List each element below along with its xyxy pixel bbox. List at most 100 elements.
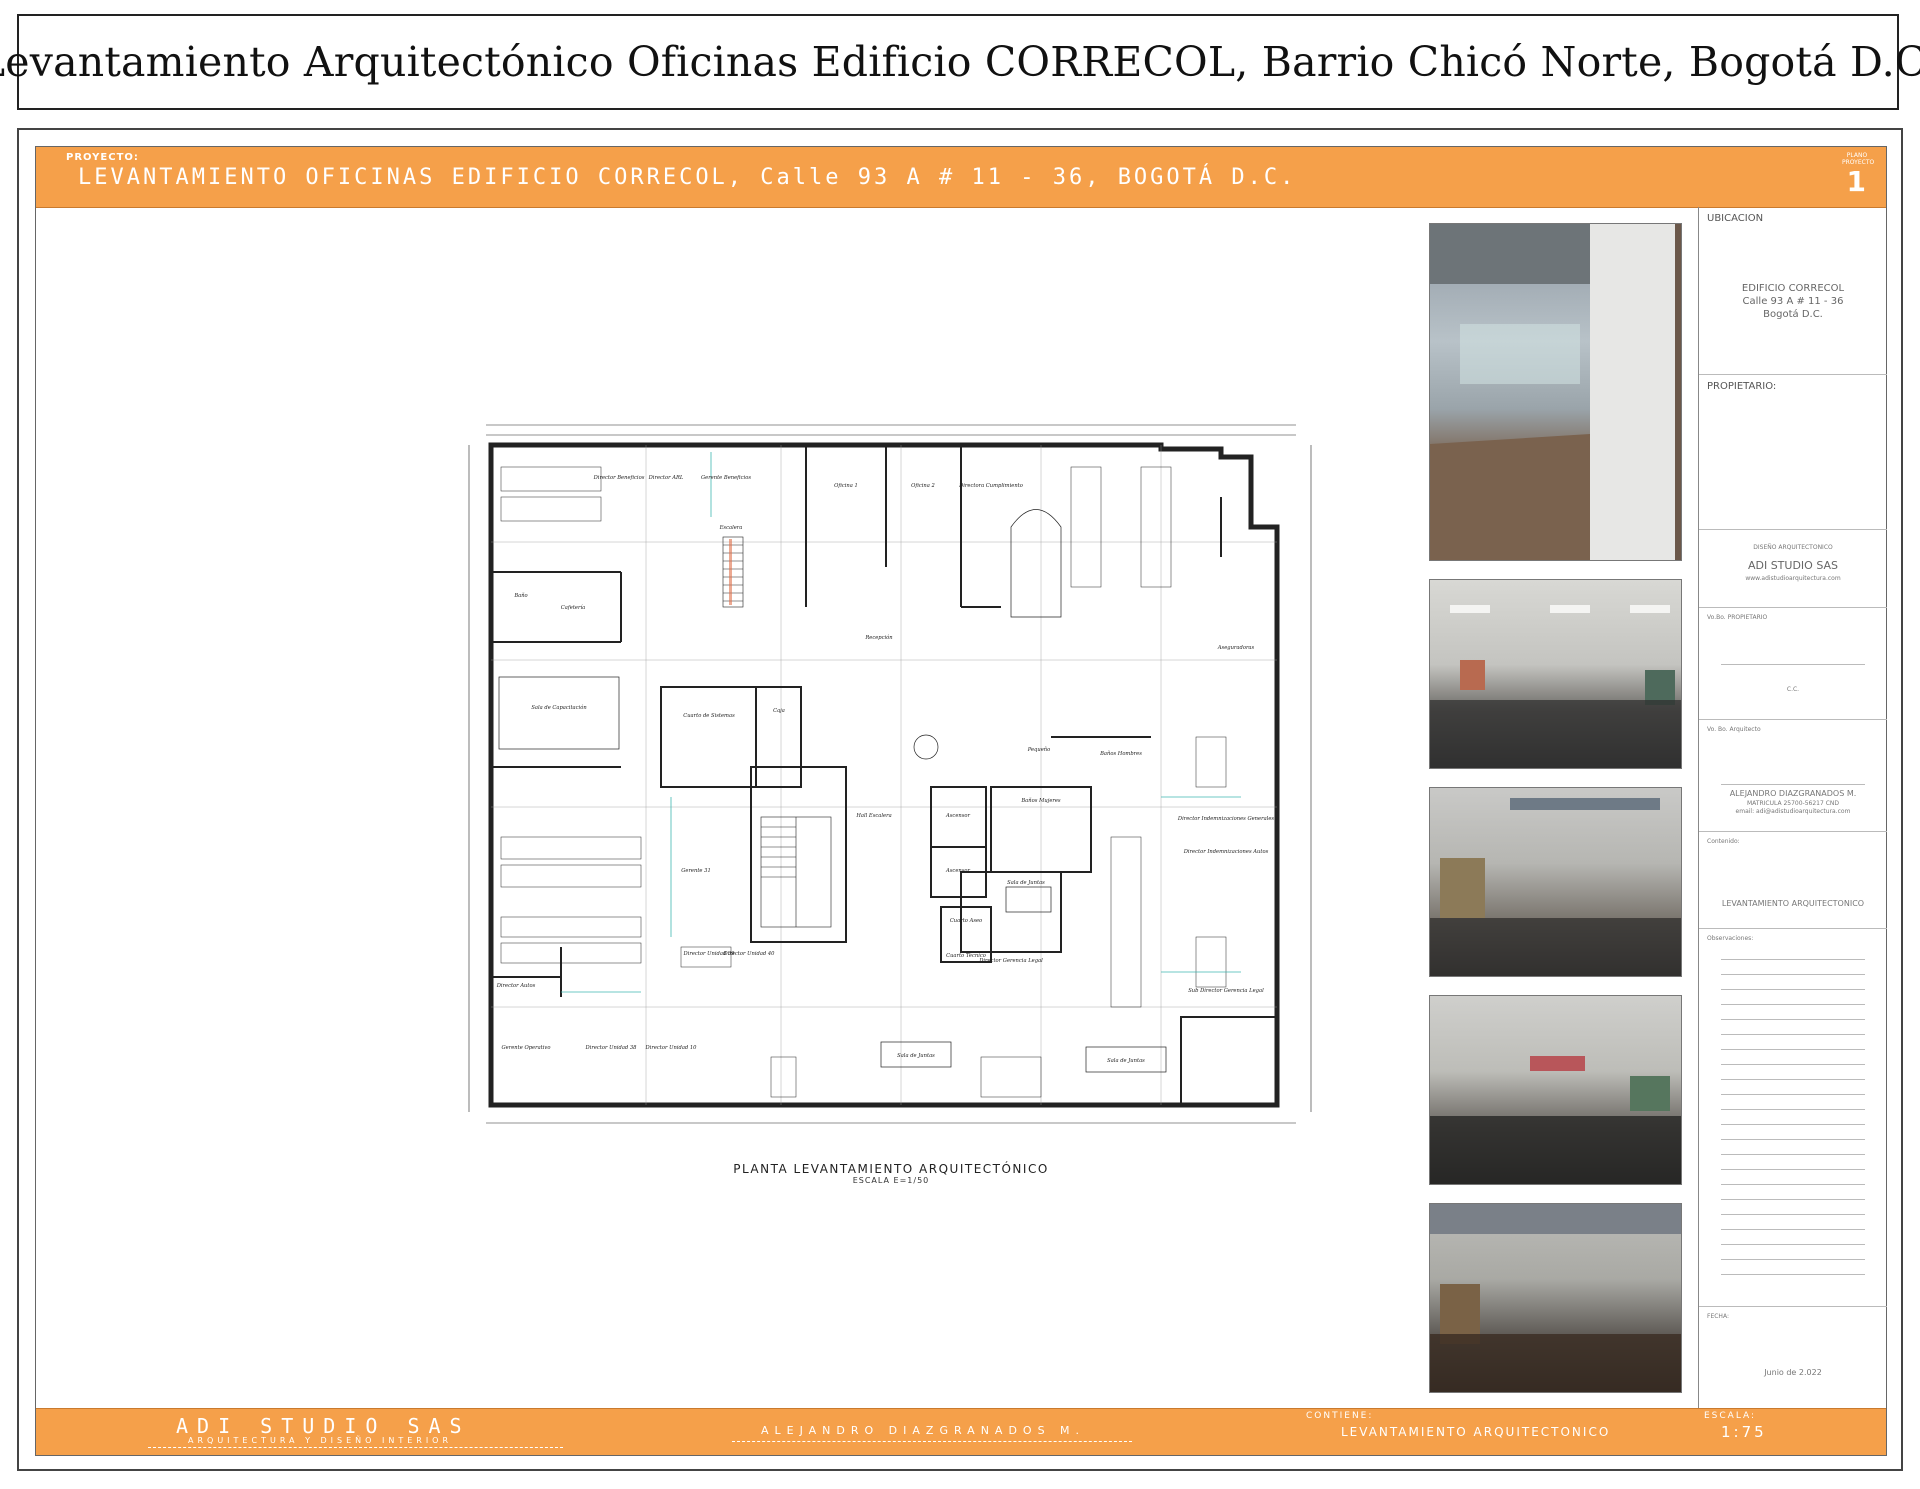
observaciones-rule — [1721, 1079, 1865, 1080]
page-title-frame: Levantamiento Arquitectónico Oficinas Ed… — [0, 14, 1920, 110]
observaciones-rule — [1721, 1139, 1865, 1140]
footer-escala-label: ESCALA: — [1704, 1411, 1757, 1421]
photo-open-office-4-art — [1430, 1204, 1681, 1392]
floor-plan-drawing: Director Beneficios Director ARL Gerente… — [468, 424, 1312, 1124]
observaciones-rule — [1721, 1094, 1865, 1095]
observaciones-rule — [1721, 1154, 1865, 1155]
workstations — [500, 466, 1227, 1098]
architect-name: ALEJANDRO DIAZGRANADOS M. — [1729, 789, 1857, 798]
architect-matricula: MATRICULA 25700-56217 CND — [1746, 800, 1840, 807]
contenido-cell: Contenido: LEVANTAMIENTO ARQUITECTONICO — [1699, 832, 1887, 929]
observaciones-cell: Observaciones: — [1699, 929, 1887, 1307]
observaciones-rule — [1721, 1169, 1865, 1170]
interior-walls — [491, 445, 1278, 1106]
footer-contiene-value: LEVANTAMIENTO ARQUITECTONICO — [1341, 1425, 1611, 1439]
photo-glass-corridor-art — [1430, 224, 1681, 560]
room-ascensor-2: Ascensor — [945, 868, 971, 874]
footer-studio: ADI STUDIO SAS — [176, 1414, 471, 1438]
observaciones-rule — [1721, 1019, 1865, 1020]
room-bano: Baño — [513, 592, 527, 599]
observaciones-rule — [1721, 1184, 1865, 1185]
ubicacion-cell: UBICACION EDIFICIO CORRECOL Calle 93 A #… — [1699, 207, 1887, 375]
vobo-propietario-label: Vo.Bo. PROPIETARIO — [1707, 614, 1768, 621]
vobo-arquitecto-cell: Vo. Bo. Arquitecto ALEJANDRO DIAZGRANADO… — [1699, 720, 1887, 832]
room-cuarto-aseo: Cuarto Aseo — [950, 918, 982, 924]
photo-open-office-4 — [1429, 1203, 1682, 1393]
observaciones-rule — [1721, 1109, 1865, 1110]
observaciones-rule — [1721, 1034, 1865, 1035]
observaciones-rule — [1721, 1229, 1865, 1230]
plan-scale-caption: ESCALA E=1/50 — [852, 1176, 930, 1185]
observaciones-rule — [1721, 1124, 1865, 1125]
footer-band: ADI STUDIO SAS ARQUITECTURA Y DISEÑO INT… — [36, 1408, 1886, 1455]
room-gerente-31: Gerente 31 — [681, 868, 711, 874]
footer-studio-sub: ARQUITECTURA Y DISEÑO INTERIOR — [188, 1436, 453, 1445]
room-oficina-2: Oficina 2 — [911, 483, 935, 489]
sidebar-studio-web: www.adistudioarquitectura.com — [1745, 575, 1841, 582]
project-label: PROYECTO: — [66, 152, 139, 163]
plan-caption: PLANTA LEVANTAMIENTO ARQUITECTÓNICO — [733, 1162, 1049, 1176]
room-cafeteria: Cafetería — [561, 604, 585, 611]
diseno-cell: DISEÑO ARQUITECTONICO ADI STUDIO SAS www… — [1699, 530, 1887, 608]
room-director-unidad-40: Director Unidad 40 — [723, 951, 776, 957]
room-sub-director-gerencia-legal: Sub Director Gerencia Legal — [1188, 988, 1264, 994]
fecha-value: Junio de 2.022 — [1764, 1368, 1822, 1377]
title-band: PROYECTO: LEVANTAMIENTO OFICINAS EDIFICI… — [36, 147, 1886, 208]
room-director-gerencia-legal: Director Gerencia Legal — [978, 958, 1043, 964]
room-caja: Caja — [773, 708, 785, 714]
contenido-value: LEVANTAMIENTO ARQUITECTONICO — [1721, 899, 1865, 908]
photo-glass-corridor — [1429, 223, 1682, 561]
observaciones-rule — [1721, 1064, 1865, 1065]
propietario-label: PROPIETARIO: — [1707, 381, 1777, 392]
observaciones-rule — [1721, 1004, 1865, 1005]
photo-open-office-2-art — [1430, 798, 1681, 976]
plano-number: 1 — [1846, 165, 1866, 198]
vobo-propietario-cell: Vo.Bo. PROPIETARIO C.C. — [1699, 608, 1887, 720]
meeting-table-3 — [1005, 886, 1052, 913]
outer-wall — [488, 442, 1280, 1108]
room-director-indemnizaciones-generales: Director Indemnizaciones Generales — [1177, 816, 1274, 822]
room-oficina-1: Oficina 1 — [834, 483, 858, 489]
fecha-cell: FECHA: Junio de 2.022 — [1699, 1307, 1887, 1410]
footer-contiene-label: CONTIENE: — [1306, 1411, 1374, 1421]
drawing-sheet: PROYECTO: LEVANTAMIENTO OFICINAS EDIFICI… — [35, 146, 1887, 1456]
fecha-label: FECHA: — [1707, 1313, 1729, 1320]
ubicacion-label: UBICACION — [1707, 213, 1764, 224]
grid-axes — [491, 445, 1277, 1105]
ubicacion-line-3: Bogotá D.C. — [1763, 309, 1823, 320]
project-title: LEVANTAMIENTO OFICINAS EDIFICIO CORRECOL… — [78, 165, 1297, 190]
observaciones-rule — [1721, 1274, 1865, 1275]
observaciones-label: Observaciones: — [1707, 935, 1754, 942]
room-gerente-operativo: Gerente Operativo — [502, 1045, 551, 1051]
room-recepcion: Recepción — [864, 634, 892, 641]
observaciones-rule — [1721, 959, 1865, 960]
ubicacion-line-1: EDIFICIO CORRECOL — [1741, 283, 1845, 294]
contenido-label: Contenido: — [1707, 838, 1740, 845]
ubicacion-line-2: Calle 93 A # 11 - 36 — [1742, 296, 1844, 307]
observaciones-rule — [1721, 974, 1865, 975]
room-director-unidad-38: Director Unidad 38 — [585, 1045, 638, 1051]
footer-dash-line-1 — [148, 1447, 563, 1448]
room-director-unidad-10: Director Unidad 10 — [645, 1045, 698, 1051]
footer-dash-line-2 — [732, 1441, 1132, 1442]
room-hall-escalera: Hall Escalera — [855, 813, 891, 819]
footer-author: ALEJANDRO DIAZGRANADOS M. — [761, 1424, 1086, 1437]
room-director-beneficios: Director Beneficios — [593, 475, 645, 481]
plano-label: PLANO PROYECTO — [1842, 152, 1875, 166]
photo-open-office-2 — [1429, 787, 1682, 977]
footer-escala-value: 1:75 — [1721, 1423, 1767, 1441]
reception-table — [913, 734, 939, 760]
training-table — [498, 676, 620, 750]
room-director-autos: Director Autos — [496, 983, 536, 989]
room-sala-capacitacion: Sala de Capacitación — [531, 704, 586, 711]
photo-open-office-3 — [1429, 995, 1682, 1185]
room-director-arl: Director ARL — [648, 475, 684, 481]
curved-office — [1010, 509, 1062, 618]
stair-markers — [729, 539, 732, 605]
room-sala-juntas-3: Sala de Juntas — [1107, 1058, 1145, 1064]
room-banos-hombres: Baños Hombres — [1099, 750, 1142, 757]
photo-open-office-1-art — [1430, 605, 1681, 768]
observaciones-rule — [1721, 989, 1865, 990]
room-sala-juntas: Sala de Juntas — [1007, 880, 1045, 886]
architect-email: email: adi@adistudioarquitectura.com — [1735, 808, 1851, 815]
